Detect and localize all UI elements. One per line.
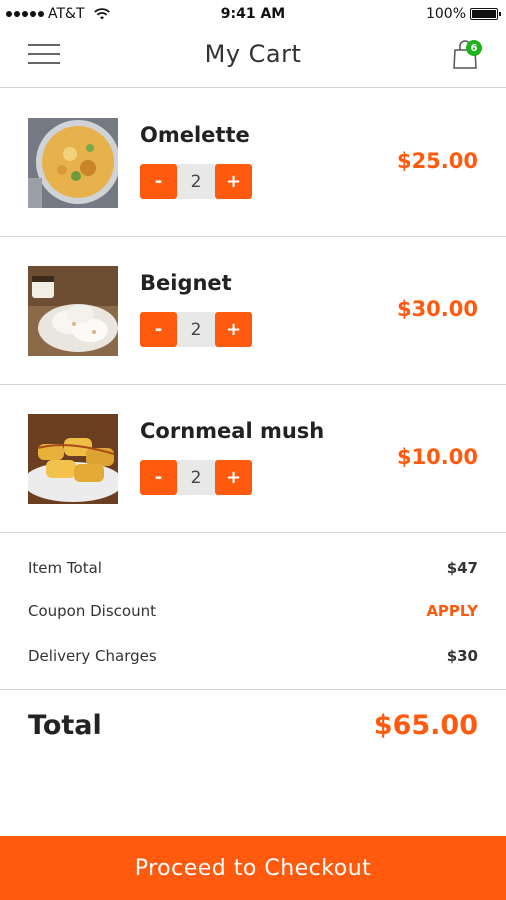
item-total-value: $47: [446, 559, 478, 577]
page-title: My Cart: [204, 40, 302, 68]
cart-item: Omelette - 2 + $25.00: [0, 89, 506, 237]
increment-button[interactable]: +: [215, 164, 252, 199]
item-name: Beignet: [140, 271, 232, 295]
cart-count-badge: 6: [466, 40, 482, 56]
quantity-stepper: - 2 +: [140, 164, 252, 199]
total-value: $65.00: [373, 710, 478, 741]
quantity-value: 2: [177, 164, 215, 199]
item-price: $10.00: [396, 445, 478, 469]
beignet-image: [28, 266, 118, 356]
cornmeal-mush-image: [28, 414, 118, 504]
item-name: Cornmeal mush: [140, 419, 325, 443]
quantity-value: 2: [177, 460, 215, 495]
cart-item: Cornmeal mush - 2 + $10.00: [0, 385, 506, 533]
battery-percent: 100%: [425, 6, 466, 22]
item-name: Omelette: [140, 123, 250, 147]
quantity-value: 2: [177, 312, 215, 347]
decrement-button[interactable]: -: [140, 164, 177, 199]
coupon-row: Coupon Discount APPLY: [28, 602, 478, 624]
total-label: Total: [28, 710, 102, 741]
status-right: 100%: [425, 6, 501, 22]
delivery-row: Delivery Charges $30: [28, 647, 478, 669]
delivery-label: Delivery Charges: [28, 647, 157, 665]
battery-icon: [470, 8, 501, 20]
decrement-button[interactable]: -: [140, 460, 177, 495]
delivery-value: $30: [446, 647, 478, 665]
item-price: $30.00: [396, 297, 478, 321]
item-price: $25.00: [396, 149, 478, 173]
cart-item: Beignet - 2 + $30.00: [0, 237, 506, 385]
battery-fill: [472, 10, 496, 18]
app-header: My Cart 6: [0, 28, 506, 88]
total-row: Total $65.00: [0, 690, 506, 770]
decrement-button[interactable]: -: [140, 312, 177, 347]
coupon-label: Coupon Discount: [28, 602, 156, 620]
omelette-image: [28, 118, 118, 208]
proceed-to-checkout-button[interactable]: Proceed to Checkout: [0, 836, 506, 900]
quantity-stepper: - 2 +: [140, 312, 252, 347]
item-total-row: Item Total $47: [28, 559, 478, 581]
increment-button[interactable]: +: [215, 312, 252, 347]
order-summary: Item Total $47 Coupon Discount APPLY Del…: [0, 533, 506, 690]
apply-coupon-link[interactable]: APPLY: [426, 602, 478, 620]
item-total-label: Item Total: [28, 559, 102, 577]
increment-button[interactable]: +: [215, 460, 252, 495]
quantity-stepper: - 2 +: [140, 460, 252, 495]
status-bar: AT&T 9:41 AM 100%: [0, 0, 506, 28]
